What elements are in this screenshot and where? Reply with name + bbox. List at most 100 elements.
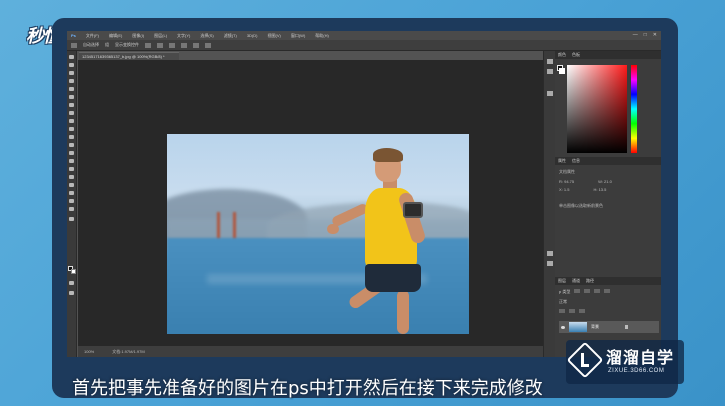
zoom-level[interactable]: 100% [84, 346, 94, 357]
tab-paths[interactable]: 路径 [586, 277, 594, 285]
lock-position-icon[interactable] [569, 309, 575, 313]
eye-icon[interactable] [561, 325, 565, 329]
filter-adjust-icon[interactable] [584, 289, 591, 293]
history-brush-icon[interactable] [69, 127, 74, 131]
filter-shape-icon[interactable] [604, 289, 611, 293]
layer-kind-filter[interactable]: p 类型 [559, 289, 570, 294]
ps-logo-icon: Ps [71, 33, 76, 38]
edit-toolbar-icon[interactable] [69, 217, 74, 221]
menu-filter[interactable]: 滤镜(T) [224, 31, 237, 40]
color-panel-header: 颜色 色板 [555, 51, 661, 59]
runner-fist [327, 224, 339, 234]
watermark-url: ZIXUE.3D66.COM [608, 368, 665, 374]
menu-window[interactable]: 窗口(W) [291, 31, 305, 40]
hand-tool-icon[interactable] [69, 199, 74, 203]
screen-mode-icon[interactable] [69, 291, 74, 295]
tab-properties[interactable]: 属性 [558, 157, 566, 165]
brush-panel-icon[interactable] [547, 251, 553, 256]
color-picker-field[interactable] [567, 65, 627, 153]
menu-3d[interactable]: 3D(D) [247, 31, 258, 40]
crop-tool-icon[interactable] [69, 87, 74, 91]
auto-select-checkbox[interactable]: 自动选择 [83, 42, 99, 48]
lock-pixels-icon[interactable] [559, 309, 565, 313]
tab-info[interactable]: 信息 [572, 157, 580, 165]
paragraph-panel-icon[interactable] [547, 261, 553, 266]
collapsed-panel-strip [543, 51, 555, 357]
actions-panel-icon[interactable] [547, 69, 553, 74]
marquee-tool-icon[interactable] [69, 63, 74, 67]
canvas-area[interactable] [78, 60, 543, 346]
gradient-tool-icon[interactable] [69, 143, 74, 147]
eraser-tool-icon[interactable] [69, 135, 74, 139]
background-color-swatch[interactable] [71, 269, 76, 274]
align-left-icon[interactable] [145, 42, 151, 48]
document-size: 文档:1.97M/1.97M [112, 349, 145, 354]
shape-tool-icon[interactable] [69, 191, 74, 195]
align-right-icon[interactable] [169, 42, 175, 48]
dodge-tool-icon[interactable] [69, 159, 74, 163]
move-tool-icon[interactable] [69, 55, 74, 59]
layer-dropdown[interactable]: 组 [105, 42, 109, 48]
layers-panel-header: 图层 通道 路径 [555, 277, 661, 285]
options-bar: 自动选择 组 显示变换控件 [67, 40, 661, 51]
distribute-icon[interactable] [181, 42, 187, 48]
info-row: X: 1.5 H: 13.5 [559, 187, 606, 192]
zoom-tool-icon[interactable] [69, 207, 74, 211]
runner-figure [327, 142, 467, 334]
hue-slider[interactable] [631, 65, 637, 153]
background-color-swatch[interactable] [559, 68, 565, 74]
close-button[interactable]: ✕ [653, 31, 657, 40]
3d-mode-icon[interactable] [205, 42, 211, 48]
pen-tool-icon[interactable] [69, 167, 74, 171]
path-select-icon[interactable] [69, 183, 74, 187]
info-label: 文档属性 [559, 169, 575, 174]
document-tab[interactable]: 12345171639365137_b.jpg @ 100%(RGB/8) * [79, 52, 179, 60]
maximize-button[interactable]: □ [644, 31, 647, 40]
info-value: R: 94.75 [559, 179, 575, 184]
info-row: R: 94.75 W: 21.0 [559, 179, 612, 184]
minimize-button[interactable]: — [633, 31, 638, 40]
quick-select-tool-icon[interactable] [69, 79, 74, 83]
menu-type[interactable]: 文字(Y) [177, 31, 190, 40]
menu-layer[interactable]: 图层(L) [154, 31, 167, 40]
type-tool-icon[interactable] [69, 175, 74, 179]
properties-panel-icon[interactable] [547, 91, 553, 96]
history-panel-icon[interactable] [547, 59, 553, 64]
move-tool-icon[interactable] [71, 42, 77, 48]
menu-image[interactable]: 图像(I) [132, 31, 144, 40]
brush-tool-icon[interactable] [69, 111, 74, 115]
info-panel: 文档属性 R: 94.75 W: 21.0 X: 1.5 H: 13.5 单击图… [555, 165, 661, 265]
runner-shorts [365, 264, 421, 292]
tab-layers[interactable]: 图层 [558, 277, 566, 285]
tab-swatches[interactable]: 色板 [572, 51, 580, 59]
stamp-tool-icon[interactable] [69, 119, 74, 123]
blur-tool-icon[interactable] [69, 151, 74, 155]
menu-file[interactable]: 文件(F) [86, 31, 99, 40]
menu-help[interactable]: 帮助(H) [315, 31, 329, 40]
window-controls: — □ ✕ [633, 31, 657, 40]
eyedropper-tool-icon[interactable] [69, 95, 74, 99]
show-transform-checkbox[interactable]: 显示变换控件 [115, 42, 139, 48]
status-bar: 100% 文档:1.97M/1.97M [78, 346, 543, 357]
watermark-title: 溜溜自学 [606, 348, 675, 367]
distribute-icon[interactable] [193, 42, 199, 48]
menu-view[interactable]: 视图(V) [268, 31, 281, 40]
runner-leg [397, 290, 409, 334]
healing-tool-icon[interactable] [69, 103, 74, 107]
layer-thumbnail [569, 322, 587, 332]
menu-edit[interactable]: 编辑(E) [109, 31, 122, 40]
layer-row-background[interactable]: 背景 [559, 321, 659, 333]
align-center-icon[interactable] [157, 42, 163, 48]
menu-select[interactable]: 选择(S) [200, 31, 213, 40]
blend-mode-dropdown[interactable]: 正常 [559, 299, 567, 304]
tab-color[interactable]: 颜色 [558, 51, 566, 59]
filter-pixel-icon[interactable] [574, 289, 581, 293]
info-label-row: 文档属性 [559, 169, 575, 175]
quick-mask-icon[interactable] [69, 281, 74, 285]
filter-type-icon[interactable] [594, 289, 601, 293]
lasso-tool-icon[interactable] [69, 71, 74, 75]
tab-channels[interactable]: 通道 [572, 277, 580, 285]
lock-all-icon[interactable] [579, 309, 585, 313]
photoshop-window: Ps 文件(F) 编辑(E) 图像(I) 图层(L) 文字(Y) 选择(S) 滤… [67, 31, 661, 357]
info-note: 单击图像以选取新前景色 [559, 203, 603, 208]
